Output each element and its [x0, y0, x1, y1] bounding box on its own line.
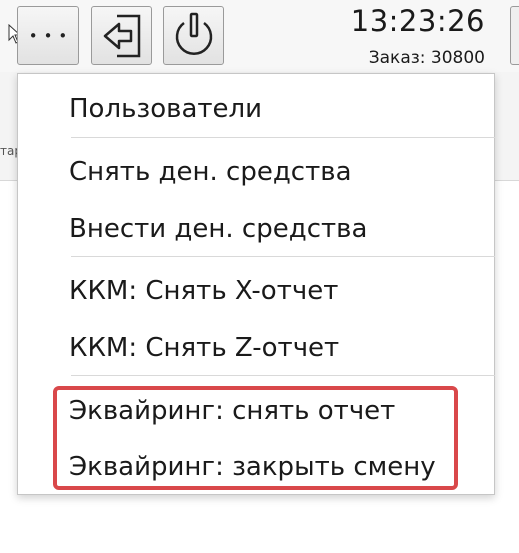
menu-item-users[interactable]: Пользователи: [69, 94, 262, 124]
menu-separator: [71, 256, 495, 257]
highlight-box: [53, 386, 458, 490]
menu-item-withdraw-cash[interactable]: Снять ден. средства: [69, 157, 352, 187]
menu-item-deposit-cash[interactable]: Внести ден. средства: [69, 214, 367, 244]
edge-button[interactable]: [510, 6, 519, 65]
menu-separator: [71, 137, 495, 138]
order-number: Заказ: 30800: [368, 48, 485, 68]
menu-separator: [71, 375, 495, 376]
power-button[interactable]: [163, 6, 224, 65]
more-button[interactable]: •••: [17, 6, 79, 65]
more-icon: •••: [28, 26, 74, 45]
menu-item-kkm-x-report[interactable]: ККМ: Снять X-отчет: [69, 276, 338, 306]
clock-time: 13:23:26: [350, 4, 485, 38]
logout-icon: [103, 14, 140, 57]
logout-button[interactable]: [91, 6, 152, 65]
power-icon: [175, 12, 212, 55]
menu-item-kkm-z-report[interactable]: ККМ: Снять Z-отчет: [69, 333, 339, 363]
